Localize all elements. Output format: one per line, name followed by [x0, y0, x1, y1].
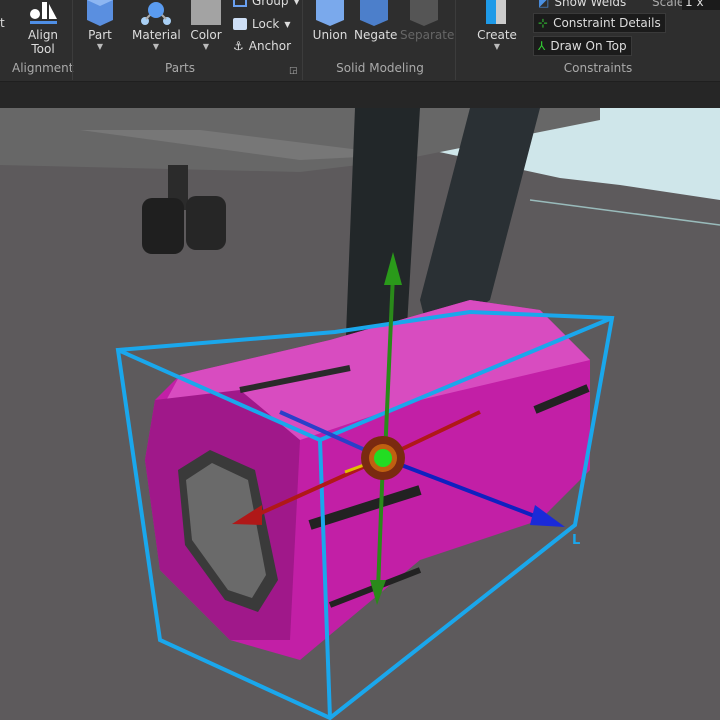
chevron-down-icon: ▼	[152, 42, 160, 51]
anchor-icon: ⚓	[233, 39, 244, 53]
group-label-parts: Parts	[165, 61, 195, 75]
group-icon	[233, 0, 247, 7]
weld-icon: ◩	[538, 0, 550, 9]
chevron-down-icon: ▼	[284, 19, 291, 29]
union-button[interactable]: Union	[312, 0, 348, 42]
material-label: Material	[132, 28, 181, 42]
chevron-down-icon: ▼	[96, 42, 104, 51]
group-label-constraints: Constraints	[563, 61, 633, 75]
negate-label: Negate	[354, 28, 398, 42]
chevron-down-icon: ▼	[493, 42, 501, 51]
color-swatch-icon	[191, 0, 221, 25]
3d-viewport[interactable]: L	[0, 108, 720, 720]
lock-icon	[233, 18, 247, 30]
scale-label: Scale	[652, 0, 685, 9]
align-tool-button[interactable]: Align Tool	[22, 0, 64, 56]
align-icon	[30, 2, 57, 24]
constraint-details-icon: ⊹	[538, 16, 549, 30]
part-button[interactable]: Part ▼	[82, 0, 118, 52]
union-icon	[316, 0, 344, 26]
chevron-down-icon: ▼	[293, 0, 300, 6]
separate-button[interactable]: Separate	[400, 0, 454, 42]
draw-on-top-toggle[interactable]: ⅄ Draw On Top	[533, 36, 632, 56]
show-welds-label: Show Welds	[554, 0, 627, 9]
anchor-button[interactable]: ⚓ Anchor	[233, 39, 291, 53]
group-button[interactable]: Group ▼	[233, 0, 300, 8]
align-label-1: Align	[27, 28, 59, 42]
toolbar-strip	[0, 82, 720, 108]
lock-label: Lock	[252, 17, 280, 31]
create-constraint-icon	[486, 0, 506, 24]
color-label: Color	[190, 28, 222, 42]
align-label-2: Tool	[31, 42, 55, 56]
draw-on-top-label: Draw On Top	[550, 39, 627, 53]
chevron-down-icon: ▼	[202, 42, 210, 51]
negate-icon	[360, 0, 388, 26]
constraint-details-label: Constraint Details	[553, 16, 661, 30]
separate-icon	[410, 0, 438, 26]
anchor-label: Anchor	[248, 39, 292, 53]
part-label: Part	[88, 28, 112, 42]
show-welds-toggle[interactable]: ◩ Show Welds	[538, 0, 626, 9]
material-button[interactable]: Material ▼	[132, 0, 181, 52]
scale-input[interactable]: 1 x	[682, 0, 720, 10]
material-icon	[141, 2, 171, 25]
partial-tool-label: t	[0, 16, 5, 30]
lock-button[interactable]: Lock ▼	[233, 17, 291, 31]
group-label: Group	[252, 0, 289, 8]
local-space-indicator: L	[572, 533, 580, 548]
group-label-solid-modeling: Solid Modeling	[336, 61, 424, 75]
negate-button[interactable]: Negate	[354, 0, 398, 42]
draw-on-top-icon: ⅄	[538, 39, 546, 53]
attachment-center[interactable]	[374, 449, 392, 467]
create-label: Create	[477, 28, 517, 42]
constraint-details-toggle[interactable]: ⊹ Constraint Details	[533, 13, 666, 33]
part-cube-icon	[87, 0, 113, 26]
separate-label: Separate	[400, 28, 455, 42]
union-label: Union	[312, 28, 348, 42]
color-button[interactable]: Color ▼	[188, 0, 224, 52]
group-label-alignment: Alignment	[12, 61, 74, 75]
create-button[interactable]: Create ▼	[476, 0, 518, 52]
expand-icon[interactable]: ◲	[289, 66, 298, 76]
ribbon: t Align Tool Alignment Part ▼ Material ▼ C…	[0, 0, 720, 82]
